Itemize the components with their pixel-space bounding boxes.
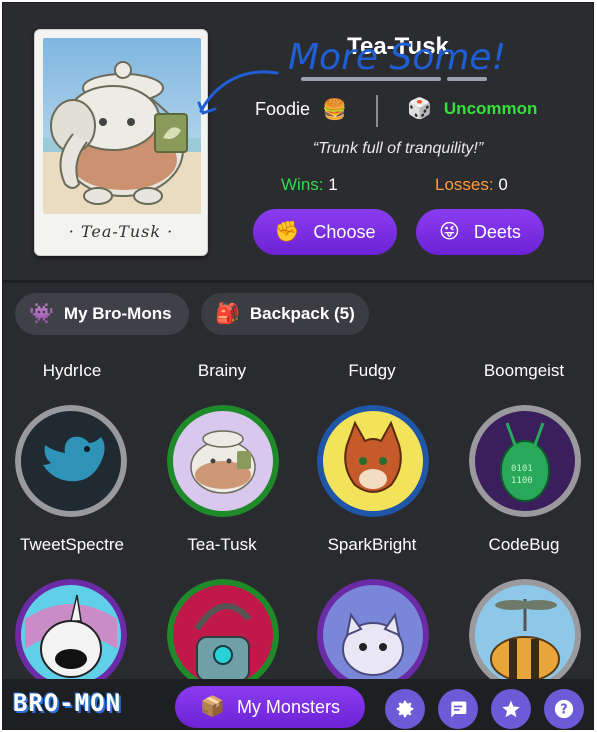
monster-name-label[interactable]: SparkBright <box>297 535 447 555</box>
wink-face-icon: 😜 <box>439 221 460 243</box>
burger-icon: 🍔 <box>322 98 347 121</box>
svg-text:0101: 0101 <box>511 464 533 474</box>
alien-monster-icon: 👾 <box>29 303 54 325</box>
wins-label: Wins: <box>281 175 324 194</box>
section-divider <box>3 280 593 283</box>
losses-label: Losses: <box>435 175 494 194</box>
help-icon: ? <box>554 699 574 719</box>
settings-button[interactable] <box>385 689 425 729</box>
monster-tile-robot[interactable] <box>167 579 279 691</box>
monster-name-label[interactable]: Brainy <box>147 361 297 381</box>
monster-tile-sparkbright[interactable] <box>317 405 429 517</box>
monster-name-label[interactable]: Boomgeist <box>449 361 593 381</box>
monster-name-label[interactable]: CodeBug <box>449 535 593 555</box>
card-title: · Tea-Tusk · <box>68 222 174 241</box>
meta-divider <box>376 95 378 127</box>
dice-icon: 🎲 <box>407 98 432 120</box>
choose-label: Choose <box>313 221 376 242</box>
tab-my-bro-mons[interactable]: 👾 My Bro-Mons <box>15 293 189 335</box>
tab-label: My Bro-Mons <box>63 304 172 323</box>
deets-button[interactable]: 😜 Deets <box>416 209 544 255</box>
box-icon: 📦 <box>200 696 225 718</box>
app-window: · Tea-Tusk · Tea-Tusk More Some! Foodie … <box>2 2 594 730</box>
monster-tile-ghost-cat[interactable] <box>317 579 429 691</box>
monster-name-label[interactable]: Fudgy <box>297 361 447 381</box>
monster-card-art <box>43 38 201 214</box>
deets-label: Deets <box>473 221 521 242</box>
monster-tagline: “Trunk full of tranquility!” <box>312 140 484 157</box>
category-label: Foodie <box>255 99 311 119</box>
monster-name: Tea-Tusk <box>347 33 449 60</box>
monster-tile-codebug[interactable]: 0101 1100 <box>469 405 581 517</box>
svg-text:1100: 1100 <box>511 476 533 486</box>
my-monsters-button[interactable]: 📦 My Monsters <box>175 686 365 728</box>
monster-grid: HydrIce Brainy Fudgy Boomgeist 0101 1100… <box>3 343 593 691</box>
help-button[interactable]: ? <box>544 689 584 729</box>
fist-icon: ✊ <box>274 221 300 243</box>
monster-name-label[interactable]: HydrIce <box>3 361 147 381</box>
monster-tile-tweetspectre[interactable] <box>15 405 127 517</box>
backpack-icon: 🎒 <box>215 303 240 325</box>
losses-value: 0 <box>498 175 508 194</box>
losses-stat: Losses: 0 <box>435 175 508 195</box>
monster-name-label[interactable]: TweetSpectre <box>3 535 147 555</box>
monster-card[interactable]: · Tea-Tusk · <box>34 29 208 256</box>
tab-backpack[interactable]: 🎒 Backpack (5) <box>201 293 369 335</box>
bro-mon-logo[interactable]: BRO-MON <box>13 689 121 717</box>
name-underline-short <box>447 77 487 81</box>
star-icon <box>502 700 520 718</box>
wins-stat: Wins: 1 <box>281 175 338 195</box>
rarity-row: 🎲 Uncommon <box>407 99 537 119</box>
svg-text:?: ? <box>560 703 567 718</box>
monster-tile-bee[interactable] <box>469 579 581 691</box>
monster-detail-panel: · Tea-Tusk · Tea-Tusk More Some! Foodie … <box>3 3 593 281</box>
rarity-label: Uncommon <box>443 99 538 118</box>
monster-tile-unicorn[interactable] <box>15 579 127 691</box>
gear-icon <box>396 700 414 718</box>
monster-name-label[interactable]: Tea-Tusk <box>147 535 297 555</box>
choose-button[interactable]: ✊ Choose <box>253 209 397 255</box>
tab-label: Backpack (5) <box>249 304 355 323</box>
name-underline <box>301 77 441 81</box>
chat-icon <box>451 701 467 718</box>
my-monsters-label: My Monsters <box>236 696 340 717</box>
monster-tile-tea-tusk[interactable] <box>167 405 279 517</box>
chat-button[interactable] <box>438 689 478 729</box>
favorites-button[interactable] <box>491 689 531 729</box>
wins-value: 1 <box>328 175 338 194</box>
category-row: Foodie 🍔 <box>255 99 347 120</box>
